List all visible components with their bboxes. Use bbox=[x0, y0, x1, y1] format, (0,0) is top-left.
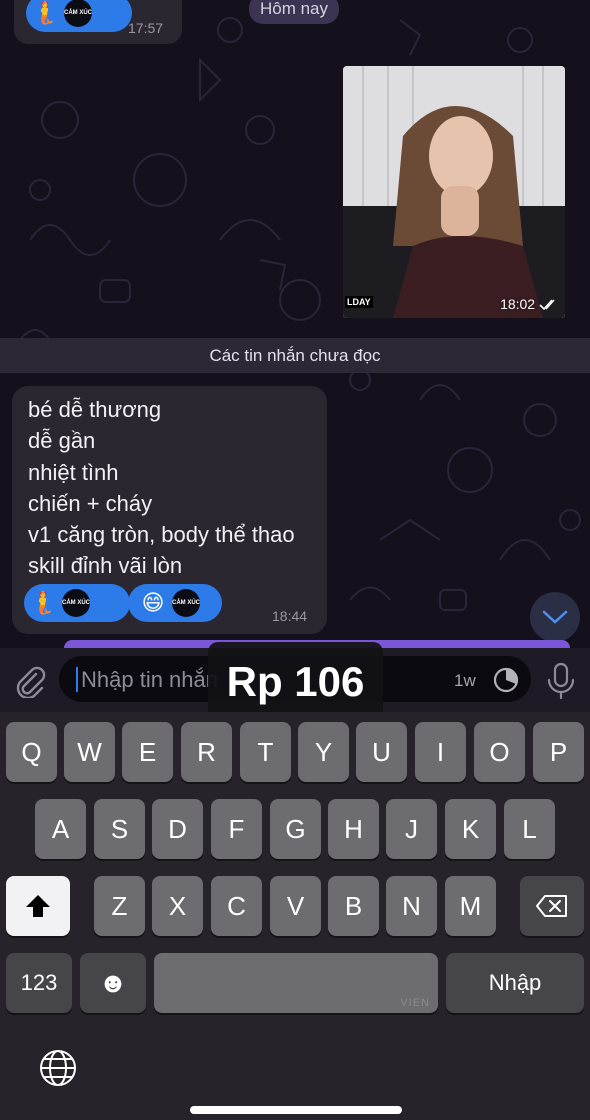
key-m[interactable]: M bbox=[445, 876, 496, 936]
photo-stamp: LDAY bbox=[345, 296, 373, 308]
message-line: bé dễ thương bbox=[28, 397, 162, 422]
key-g[interactable]: G bbox=[270, 799, 321, 859]
input-placeholder: Nhập tin nhắn bbox=[81, 667, 218, 692]
key-w[interactable]: W bbox=[64, 722, 115, 782]
key-z[interactable]: Z bbox=[94, 876, 145, 936]
price-overlay: Rp 106 bbox=[208, 642, 383, 720]
emoji-key[interactable]: ☻ bbox=[80, 953, 146, 1013]
message-line: v1 căng tròn, body thể thao bbox=[28, 522, 295, 548]
timer-icon[interactable] bbox=[492, 666, 520, 694]
photo-time: 18:02 bbox=[500, 296, 559, 312]
key-l[interactable]: L bbox=[504, 799, 555, 859]
reaction-badge: CẢM XÚC bbox=[62, 589, 90, 617]
message-time: 18:44 bbox=[272, 608, 308, 624]
reaction-chip[interactable]: 🧜 CẢM XÚC bbox=[24, 584, 130, 622]
chevron-down-icon bbox=[542, 610, 568, 624]
home-indicator[interactable] bbox=[190, 1106, 402, 1114]
key-i[interactable]: I bbox=[415, 722, 466, 782]
message-line: dễ gần bbox=[28, 428, 96, 454]
microphone-icon[interactable] bbox=[545, 662, 577, 700]
message-line: nhiệt tình bbox=[28, 459, 119, 485]
reaction-badge: CẢM XÚC bbox=[172, 589, 200, 617]
chat-area[interactable]: 🧜 CẢM XÚC 17:57 Hôm nay LDAY 18:02 Các t… bbox=[0, 0, 590, 648]
text-caret bbox=[76, 667, 78, 692]
key-b[interactable]: B bbox=[328, 876, 379, 936]
space-key[interactable]: VIEN bbox=[154, 953, 438, 1013]
key-o[interactable]: O bbox=[474, 722, 525, 782]
key-n[interactable]: N bbox=[386, 876, 437, 936]
message-bubble[interactable]: bé dễ thương dễ gần nhiệt tình chiến + c… bbox=[12, 386, 327, 634]
photo-message[interactable]: LDAY 18:02 bbox=[343, 66, 565, 318]
key-x[interactable]: X bbox=[152, 876, 203, 936]
key-v[interactable]: V bbox=[270, 876, 321, 936]
backspace-key[interactable] bbox=[520, 876, 584, 936]
unread-divider: Các tin nhắn chưa đọc bbox=[0, 338, 590, 373]
grin-emoji-icon: 😄 bbox=[141, 590, 165, 615]
attach-icon[interactable] bbox=[12, 664, 46, 698]
key-u[interactable]: U bbox=[356, 722, 407, 782]
key-c[interactable]: C bbox=[211, 876, 262, 936]
key-e[interactable]: E bbox=[122, 722, 173, 782]
keyboard: Q W E R T Y U I O P A S D F G H J K L Z … bbox=[0, 712, 590, 1120]
key-p[interactable]: P bbox=[533, 722, 584, 782]
key-d[interactable]: D bbox=[152, 799, 203, 859]
return-key[interactable]: Nhập bbox=[446, 953, 584, 1013]
date-label: Hôm nay bbox=[249, 0, 339, 24]
reaction-chip[interactable]: 😄 CẢM XÚC bbox=[128, 584, 222, 622]
message-line: skill đỉnh vãi lòn bbox=[28, 553, 183, 579]
reaction-badge: CẢM XÚC bbox=[64, 0, 92, 27]
shift-key[interactable] bbox=[6, 876, 70, 936]
reaction-chip[interactable]: 🧜 CẢM XÚC bbox=[26, 0, 132, 32]
key-k[interactable]: K bbox=[445, 799, 496, 859]
keyboard-brand: VIEN bbox=[400, 997, 430, 1009]
key-s[interactable]: S bbox=[94, 799, 145, 859]
key-q[interactable]: Q bbox=[6, 722, 57, 782]
numbers-key[interactable]: 123 bbox=[6, 953, 72, 1013]
key-a[interactable]: A bbox=[35, 799, 86, 859]
scroll-down-button[interactable] bbox=[530, 592, 580, 642]
key-j[interactable]: J bbox=[386, 799, 437, 859]
sticker-icon: 🧜 bbox=[29, 590, 57, 615]
message-line: chiến + cháy bbox=[28, 490, 153, 516]
photo-image bbox=[343, 66, 565, 318]
sticker-icon: 🧜 bbox=[31, 0, 59, 25]
previous-message-bubble[interactable]: 🧜 CẢM XÚC 17:57 bbox=[14, 0, 182, 44]
key-y[interactable]: Y bbox=[298, 722, 349, 782]
self-destruct-timer-label: 1w bbox=[454, 671, 476, 690]
message-time: 17:57 bbox=[128, 20, 164, 36]
key-h[interactable]: H bbox=[328, 799, 379, 859]
key-t[interactable]: T bbox=[240, 722, 291, 782]
double-check-icon bbox=[539, 299, 555, 311]
shift-icon bbox=[26, 895, 50, 917]
key-f[interactable]: F bbox=[211, 799, 262, 859]
key-r[interactable]: R bbox=[181, 722, 232, 782]
backspace-icon bbox=[536, 895, 567, 917]
globe-icon[interactable] bbox=[38, 1048, 78, 1088]
